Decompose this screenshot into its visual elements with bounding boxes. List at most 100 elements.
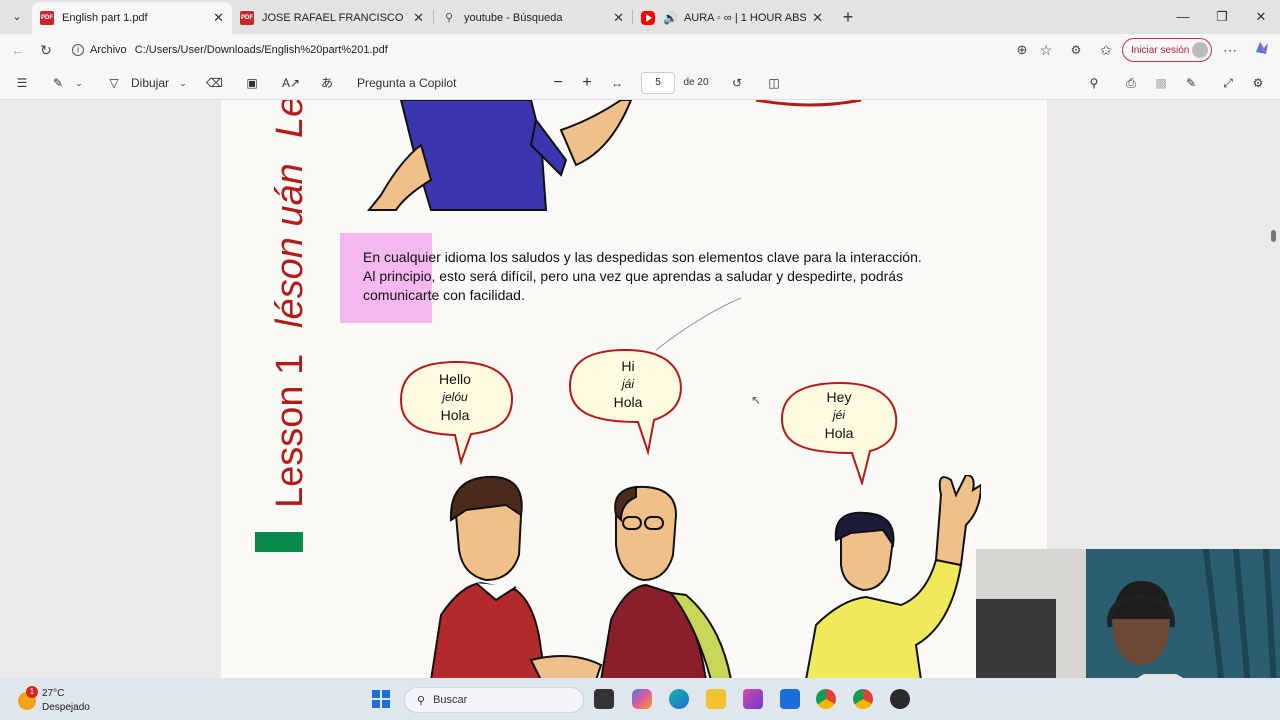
reload-icon[interactable]: ↻ (36, 40, 56, 60)
bubble-spanish: Hola (613, 394, 643, 410)
search-icon[interactable]: ⚲ (1086, 74, 1102, 92)
close-tab-icon[interactable]: ✕ (812, 10, 823, 26)
eraser-icon[interactable]: ⌫ (206, 74, 223, 92)
restore-icon[interactable]: ❐ (1211, 6, 1233, 28)
file-scheme-label: Archivo (90, 44, 127, 56)
chevron-down-icon[interactable]: ⌄ (74, 74, 84, 92)
ask-copilot-button[interactable]: Pregunta a Copilot (357, 74, 457, 92)
zoom-in-icon[interactable]: + (579, 74, 595, 92)
chrome-profile-icon[interactable] (853, 689, 873, 709)
cartoon-characters-greeting (430, 475, 981, 678)
tab-list-chevron-icon[interactable]: ⌄ (8, 8, 26, 26)
fit-page-icon[interactable]: ↔ (609, 74, 625, 92)
tab-title: JOSE RAFAEL FRANCISCO TORIBIO (262, 12, 407, 24)
chevron-down-icon[interactable]: ⌄ (178, 74, 188, 92)
taskbar-search[interactable]: ⚲ Buscar (404, 687, 584, 713)
close-tab-icon[interactable]: ✕ (613, 10, 624, 26)
scrollbar-thumb[interactable] (1271, 230, 1276, 242)
tab-strip: ⌄ PDF English part 1.pdf ✕ PDF JOSE RAFA… (0, 0, 1280, 34)
pdf-icon: PDF (40, 11, 54, 25)
page-number-input[interactable]: 5 (641, 72, 675, 94)
tab-youtube-search[interactable]: ⚲ youtube - Búsqueda ✕ (434, 4, 632, 32)
zoom-icon[interactable]: ⊕ (1012, 40, 1032, 60)
highlight-icon[interactable]: ✎ (50, 74, 66, 92)
info-icon[interactable]: i (72, 44, 84, 56)
bubble-hello-text: Hello jelóu Hola (417, 370, 493, 424)
translate-icon[interactable]: あ (318, 74, 336, 92)
close-tab-icon[interactable]: ✕ (213, 10, 224, 26)
tab-english-pdf[interactable]: PDF English part 1.pdf ✕ (32, 2, 232, 34)
favorite-star-icon[interactable]: ☆ (1036, 40, 1056, 60)
bubble-english: Hello (439, 371, 471, 387)
favorites-icon[interactable]: ✩ (1096, 40, 1116, 60)
temperature-label: 27°C (42, 688, 65, 699)
table-of-contents-icon[interactable]: ☰ (14, 74, 30, 92)
pdf-page: Lesson 1 léson uán Le En cualquier idiom… (221, 100, 1047, 678)
draw-icon[interactable]: ▽ (106, 74, 122, 92)
decorative-curve (755, 100, 862, 107)
settings-gear-icon[interactable]: ⚙ (1250, 74, 1266, 92)
lesson-color-tab (255, 532, 303, 552)
obs-icon[interactable] (890, 689, 910, 709)
url-text: C:/Users/User/Downloads/English%20part%2… (134, 44, 388, 56)
address-bar: ← ↻ i Archivo C:/Users/User/Downloads/En… (0, 34, 1280, 66)
save-icon[interactable]: ▩ (1153, 74, 1169, 92)
bubble-pronunciation: jelóu (442, 390, 468, 404)
taskbar: 1 27°C Despejado ⚲ Buscar (0, 678, 1280, 720)
bubble-spanish: Hola (440, 407, 470, 423)
edge-browser-icon[interactable] (669, 689, 689, 709)
vertical-lesson-pronunciation: léson uán (269, 163, 311, 328)
weather-badge: 1 (26, 686, 38, 698)
text-box-icon[interactable]: ▣ (244, 74, 260, 92)
tab-aura-youtube[interactable]: 🔊 AURA ◦ ∞ | 1 HOUR ABSOLU ✕ (633, 4, 831, 32)
page-total-label: de 20 (683, 77, 709, 88)
fullscreen-icon[interactable]: ⤢ (1220, 74, 1236, 92)
page-view-icon[interactable]: ◫ (766, 74, 782, 92)
mouse-cursor-icon: ↖ (751, 393, 762, 407)
ms-store-icon[interactable] (743, 689, 763, 709)
avatar (1192, 42, 1208, 58)
bubble-pronunciation: jéi (832, 408, 845, 422)
mail-icon[interactable] (780, 689, 800, 709)
zoom-out-icon[interactable]: − (550, 74, 566, 92)
bubble-hi-text: Hi jái Hola (591, 357, 665, 411)
close-window-icon[interactable]: ✕ (1250, 6, 1272, 28)
signin-label: Iniciar sesión (1131, 44, 1190, 56)
speaker-icon[interactable]: 🔊 (663, 11, 678, 25)
chrome-icon[interactable] (816, 689, 836, 709)
task-view-icon[interactable] (594, 689, 614, 709)
tab-jose-pdf[interactable]: PDF JOSE RAFAEL FRANCISCO TORIBIO ✕ (232, 4, 432, 32)
weather-widget[interactable]: 1 27°C Despejado (16, 684, 96, 716)
save-as-icon[interactable]: ✎ (1183, 74, 1199, 92)
draw-label[interactable]: Dibujar (128, 74, 172, 92)
tab-title: youtube - Búsqueda (464, 12, 563, 24)
vertical-lesson-top: Le (269, 100, 311, 138)
file-explorer-icon[interactable] (706, 689, 726, 709)
extensions-icon[interactable]: ⚙ (1066, 40, 1086, 60)
weather-label: Despejado (42, 702, 90, 713)
vertical-lesson-title: Lesson 1 (269, 353, 311, 508)
tab-title: AURA ◦ ∞ | 1 HOUR ABSOLU (683, 12, 807, 24)
copilot-icon[interactable] (1252, 40, 1272, 60)
rotate-icon[interactable]: ↺ (729, 74, 745, 92)
bubble-spanish: Hola (824, 425, 854, 441)
windows-start-icon[interactable] (372, 690, 390, 708)
copilot-app-icon[interactable] (632, 689, 652, 709)
read-aloud-icon[interactable]: A↗ (282, 74, 300, 92)
bubble-pronunciation: jái (621, 377, 634, 391)
back-icon[interactable]: ← (8, 40, 28, 60)
url-field[interactable]: i Archivo C:/Users/User/Downloads/Englis… (62, 38, 1062, 62)
search-icon: ⚲ (417, 694, 426, 707)
print-icon[interactable]: ⎙ (1122, 74, 1140, 92)
decorative-line (655, 297, 742, 351)
search-icon: ⚲ (444, 12, 454, 24)
more-menu-icon[interactable]: ⋯ (1220, 40, 1240, 60)
signin-button[interactable]: Iniciar sesión (1122, 38, 1212, 62)
close-tab-icon[interactable]: ✕ (413, 10, 424, 26)
pdf-icon: PDF (240, 11, 254, 25)
tab-title: English part 1.pdf (62, 12, 148, 24)
search-placeholder: Buscar (433, 694, 468, 706)
bubble-english: Hey (826, 389, 852, 405)
new-tab-button[interactable]: + (838, 6, 858, 28)
minimize-icon[interactable]: — (1172, 6, 1194, 28)
